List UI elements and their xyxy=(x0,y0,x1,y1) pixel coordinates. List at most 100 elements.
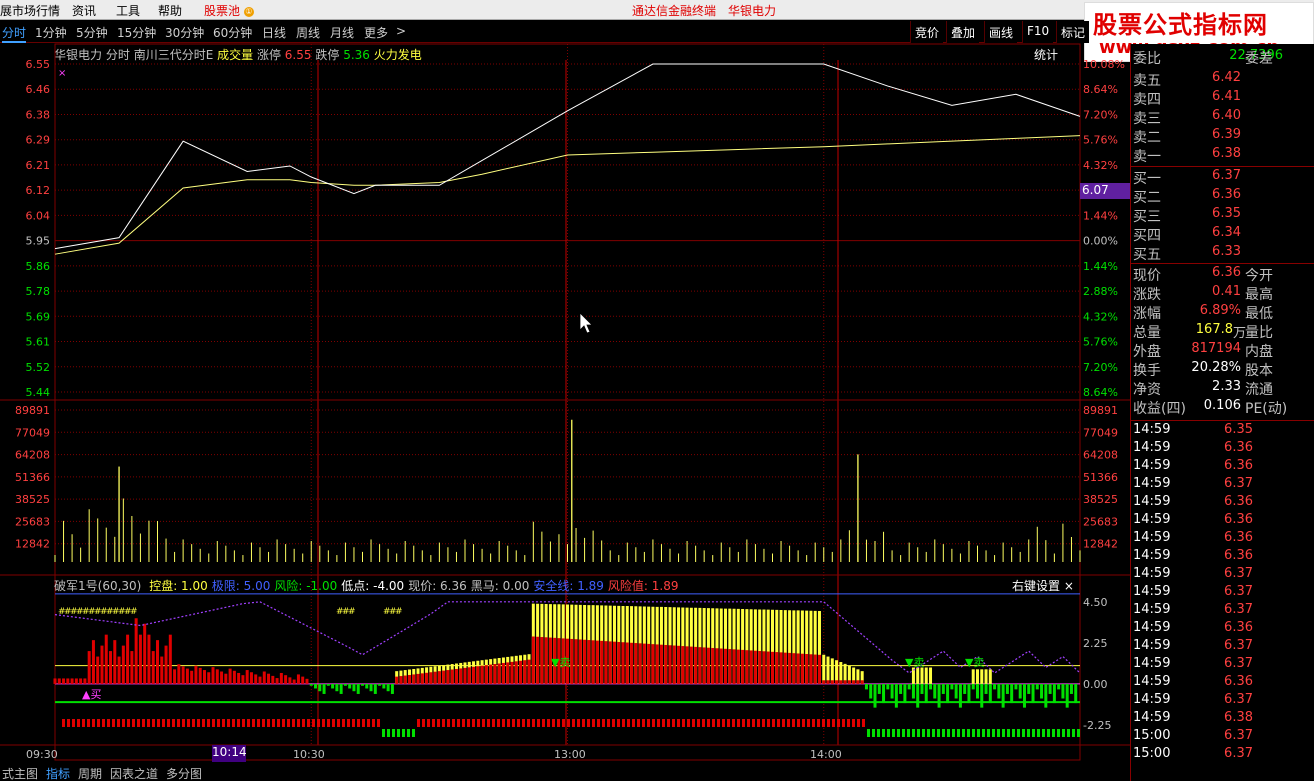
volume-axis-label: 64208 xyxy=(15,449,50,462)
price-axis-label: 5.44 xyxy=(26,386,51,399)
tab-indicator[interactable]: 指标 xyxy=(46,765,70,781)
signal-strip-cell xyxy=(712,719,715,727)
stat-right-label: 今开 xyxy=(1245,268,1273,284)
percent-axis-label: 0.00% xyxy=(1083,235,1118,248)
tick-price: 6.37 xyxy=(1224,584,1253,599)
percent-axis-label: 8.64% xyxy=(1083,83,1118,96)
signal-strip-cell xyxy=(257,719,260,727)
bid-price: 6.37 xyxy=(1212,168,1241,183)
tick-time: 14:59 xyxy=(1133,602,1171,617)
stat-label: 换手 xyxy=(1133,363,1161,379)
percent-axis-label: 4.32% xyxy=(1083,159,1118,172)
price-axis-label: 5.52 xyxy=(26,361,51,374)
signal-strip-cell xyxy=(1022,729,1025,737)
signal-strip-cell xyxy=(757,719,760,727)
signal-strip-cell xyxy=(322,719,325,727)
signal-strip-cell xyxy=(117,719,120,727)
stat-value: 6.89% xyxy=(1199,303,1241,318)
marker-glyph: # xyxy=(395,607,403,617)
signal-strip-cell xyxy=(927,729,930,737)
tick-time: 14:59 xyxy=(1133,674,1171,689)
bid-price: 6.34 xyxy=(1212,225,1241,240)
signal-strip-cell xyxy=(392,729,395,737)
signal-strip-cell xyxy=(732,719,735,727)
signal-strip-cell xyxy=(207,719,210,727)
signal-strip-cell xyxy=(502,719,505,727)
signal-strip-cell xyxy=(697,719,700,727)
tick-time: 14:59 xyxy=(1133,584,1171,599)
volume-axis-label: 12842 xyxy=(1083,538,1118,551)
tick-price: 6.37 xyxy=(1224,476,1253,491)
tick-price: 6.35 xyxy=(1224,422,1253,437)
tick-price: 6.36 xyxy=(1224,530,1253,545)
percent-axis-label: 7.20% xyxy=(1083,108,1118,121)
stat-right-label: 最低 xyxy=(1245,306,1273,322)
indicator-item: 风险: -1.00 xyxy=(274,579,338,593)
stat-right-label: PE(动) xyxy=(1245,401,1288,417)
signal-strip-cell xyxy=(837,719,840,727)
signal-strip-cell xyxy=(832,719,835,727)
percent-axis-label: 7.20% xyxy=(1083,361,1118,374)
signal-strip-cell xyxy=(417,719,420,727)
price-axis-label: 6.38 xyxy=(26,108,51,121)
volume-axis-label: 51366 xyxy=(15,471,50,484)
signal-strip-cell xyxy=(717,719,720,727)
tab-multi-chart[interactable]: 多分图 xyxy=(166,765,202,781)
tick-time: 14:59 xyxy=(1133,476,1171,491)
signal-strip-cell xyxy=(467,719,470,727)
signal-strip-cell xyxy=(967,729,970,737)
ask-price: 6.42 xyxy=(1212,70,1241,85)
signal-strip-cell xyxy=(442,719,445,727)
stat-right-label: 内盘 xyxy=(1245,344,1273,360)
signal-strip-cell xyxy=(737,719,740,727)
signal-strip-cell xyxy=(237,719,240,727)
sell-signal-label: ▼卖 xyxy=(551,656,570,669)
signal-strip-cell xyxy=(982,729,985,737)
signal-strip-cell xyxy=(907,729,910,737)
indicator-item: 安全线: 1.89 xyxy=(533,579,604,593)
signal-strip-cell xyxy=(532,719,535,727)
tab-factor[interactable]: 因表之道 xyxy=(110,765,158,781)
signal-strip-cell xyxy=(227,719,230,727)
signal-strip-cell xyxy=(252,719,255,727)
signal-strip-cell xyxy=(122,719,125,727)
volume-axis-label: 89891 xyxy=(1083,404,1118,417)
signal-strip-cell xyxy=(972,729,975,737)
signal-strip-cell xyxy=(652,719,655,727)
tick-price: 6.36 xyxy=(1224,512,1253,527)
bid-price: 6.33 xyxy=(1212,244,1241,259)
indicator-title: 破军1号(60,30) 控盘: 1.00 极限: 5.00 风险: -1.00 低点:… xyxy=(54,577,679,594)
close-icon[interactable]: × xyxy=(1064,579,1074,593)
price-axis-label: 6.29 xyxy=(26,134,51,147)
current-price-tag: 6.07 xyxy=(1080,183,1130,199)
indicator-settings[interactable]: 右键设置 × xyxy=(1012,577,1074,594)
buy-signal-label: ▲买 xyxy=(82,688,101,701)
intraday-chart[interactable]: 6.55 10.08% 6.46 8.64% 6.38 7.20% 6.29 5.76% 6.2… xyxy=(0,0,1130,781)
signal-strip-cell xyxy=(622,719,625,727)
marker-glyph: # xyxy=(130,607,138,617)
signal-strip-cell xyxy=(497,719,500,727)
signal-strip-cell xyxy=(352,719,355,727)
tick-price: 6.36 xyxy=(1224,458,1253,473)
ask-label: 卖五 xyxy=(1133,73,1161,89)
stat-label: 涨幅 xyxy=(1133,306,1161,322)
price-axis-label: 5.78 xyxy=(26,285,51,298)
tab-main-formula[interactable]: 式主图 xyxy=(2,765,38,781)
tick-price: 6.37 xyxy=(1224,602,1253,617)
volume-axis-label: 25683 xyxy=(15,515,50,528)
signal-strip-cell xyxy=(1012,729,1015,737)
cursor-time-label: 10:14 xyxy=(212,745,247,762)
signal-strip-cell xyxy=(157,719,160,727)
signal-strip-cell xyxy=(152,719,155,727)
tick-time: 14:59 xyxy=(1133,422,1171,437)
signal-strip-cell xyxy=(857,719,860,727)
signal-strip-cell xyxy=(872,729,875,737)
tab-period[interactable]: 周期 xyxy=(78,765,102,781)
signal-strip-cell xyxy=(282,719,285,727)
tick-time: 15:00 xyxy=(1133,728,1171,743)
signal-strip-cell xyxy=(822,719,825,727)
signal-strip-cell xyxy=(82,719,85,727)
signal-strip-cell xyxy=(707,719,710,727)
tick-time: 14:59 xyxy=(1133,566,1171,581)
volume-axis-label: 77049 xyxy=(1083,426,1118,439)
